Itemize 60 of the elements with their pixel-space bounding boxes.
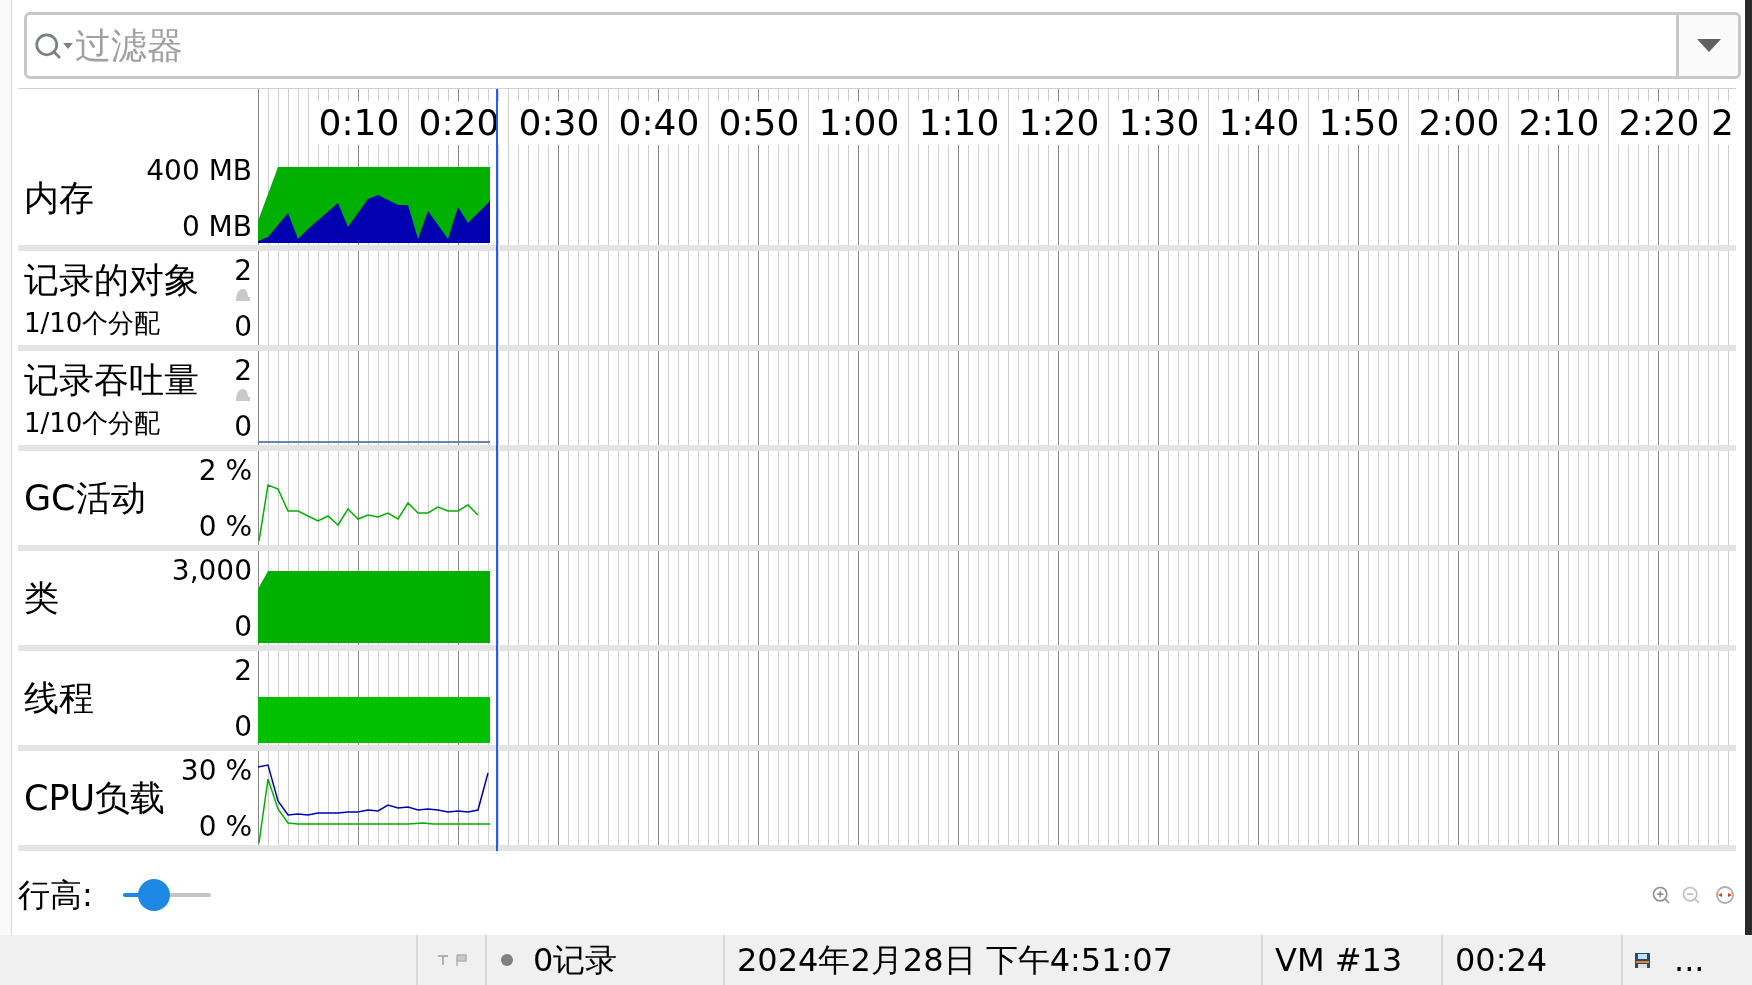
row-title: 线程 [24, 677, 94, 720]
time-label: 1:30 [1116, 101, 1202, 145]
row-title: 内存 [24, 177, 94, 220]
y-max-label: 2 [234, 355, 252, 387]
y-min-label: 0 % [198, 811, 252, 843]
blob-icon [234, 389, 250, 401]
fit-icon[interactable] [1715, 885, 1735, 905]
row-title: 记录的对象 [24, 259, 199, 302]
time-label: 1:50 [1316, 101, 1402, 145]
filter-field[interactable]: 过滤器 [24, 12, 1741, 79]
time-label: 2:00 [1416, 101, 1502, 145]
row-title: GC活动 [24, 477, 146, 520]
y-max-label: 2 [234, 255, 252, 287]
row-subtitle: 1/10个分配 [24, 408, 162, 438]
row-height-label: 行高: [18, 875, 93, 916]
time-label: 1:10 [916, 101, 1002, 145]
blob-icon [234, 289, 250, 301]
elapsed-time: 00:24 [1455, 940, 1548, 981]
row-title: 记录吞吐量 [24, 359, 199, 402]
time-label: 1:20 [1016, 101, 1102, 145]
save-icon[interactable] [1635, 952, 1650, 968]
start-time: 2024年2月28日 下午4:51:07 [737, 940, 1174, 981]
row-title: CPU负载 [24, 777, 166, 820]
y-max-label: 30 % [180, 755, 252, 787]
zoom-in-icon[interactable] [1651, 885, 1671, 905]
y-min-label: 0 [234, 711, 252, 743]
time-label: 1:40 [1216, 101, 1302, 145]
row-subtitle: 1/10个分配 [24, 308, 162, 338]
dropdown-button[interactable] [1676, 15, 1738, 76]
time-label: 2:20 [1616, 101, 1702, 145]
vm-label: VM #13 [1275, 940, 1403, 981]
slider-thumb[interactable] [137, 879, 170, 911]
y-min-label: 0 [234, 611, 252, 643]
status-dot-icon [501, 954, 513, 966]
y-min-label: 0 % [198, 511, 252, 543]
time-label: 2:10 [1516, 101, 1602, 145]
y-max-label: 2 % [198, 455, 252, 487]
zoom-out-icon[interactable] [1681, 885, 1701, 905]
pin-icon[interactable] [436, 954, 449, 966]
y-max-label: 3,000 [171, 555, 252, 587]
caret-down-icon [1696, 39, 1721, 52]
time-label: 0:40 [616, 101, 702, 145]
time-label: 0:10 [316, 101, 402, 145]
time-label: 0:20 [416, 101, 502, 145]
y-min-label: 0 [234, 311, 252, 343]
y-min-label: 0 MB [181, 211, 252, 243]
flag-icon[interactable] [454, 954, 467, 966]
y-max-label: 2 [234, 655, 252, 687]
filter-input[interactable]: 过滤器 [73, 18, 1676, 73]
time-label: 1:00 [816, 101, 902, 145]
search-icon [33, 30, 63, 61]
row-height-slider[interactable] [122, 877, 211, 913]
time-label: 0:30 [516, 101, 602, 145]
y-min-label: 0 [234, 411, 252, 443]
time-label: 0:50 [716, 101, 802, 145]
row-title: 类 [24, 577, 59, 620]
more-button[interactable]: ... [1674, 944, 1705, 976]
caret-icon [63, 42, 73, 49]
records-count: 0记录 [533, 940, 618, 981]
y-max-label: 400 MB [146, 155, 252, 187]
